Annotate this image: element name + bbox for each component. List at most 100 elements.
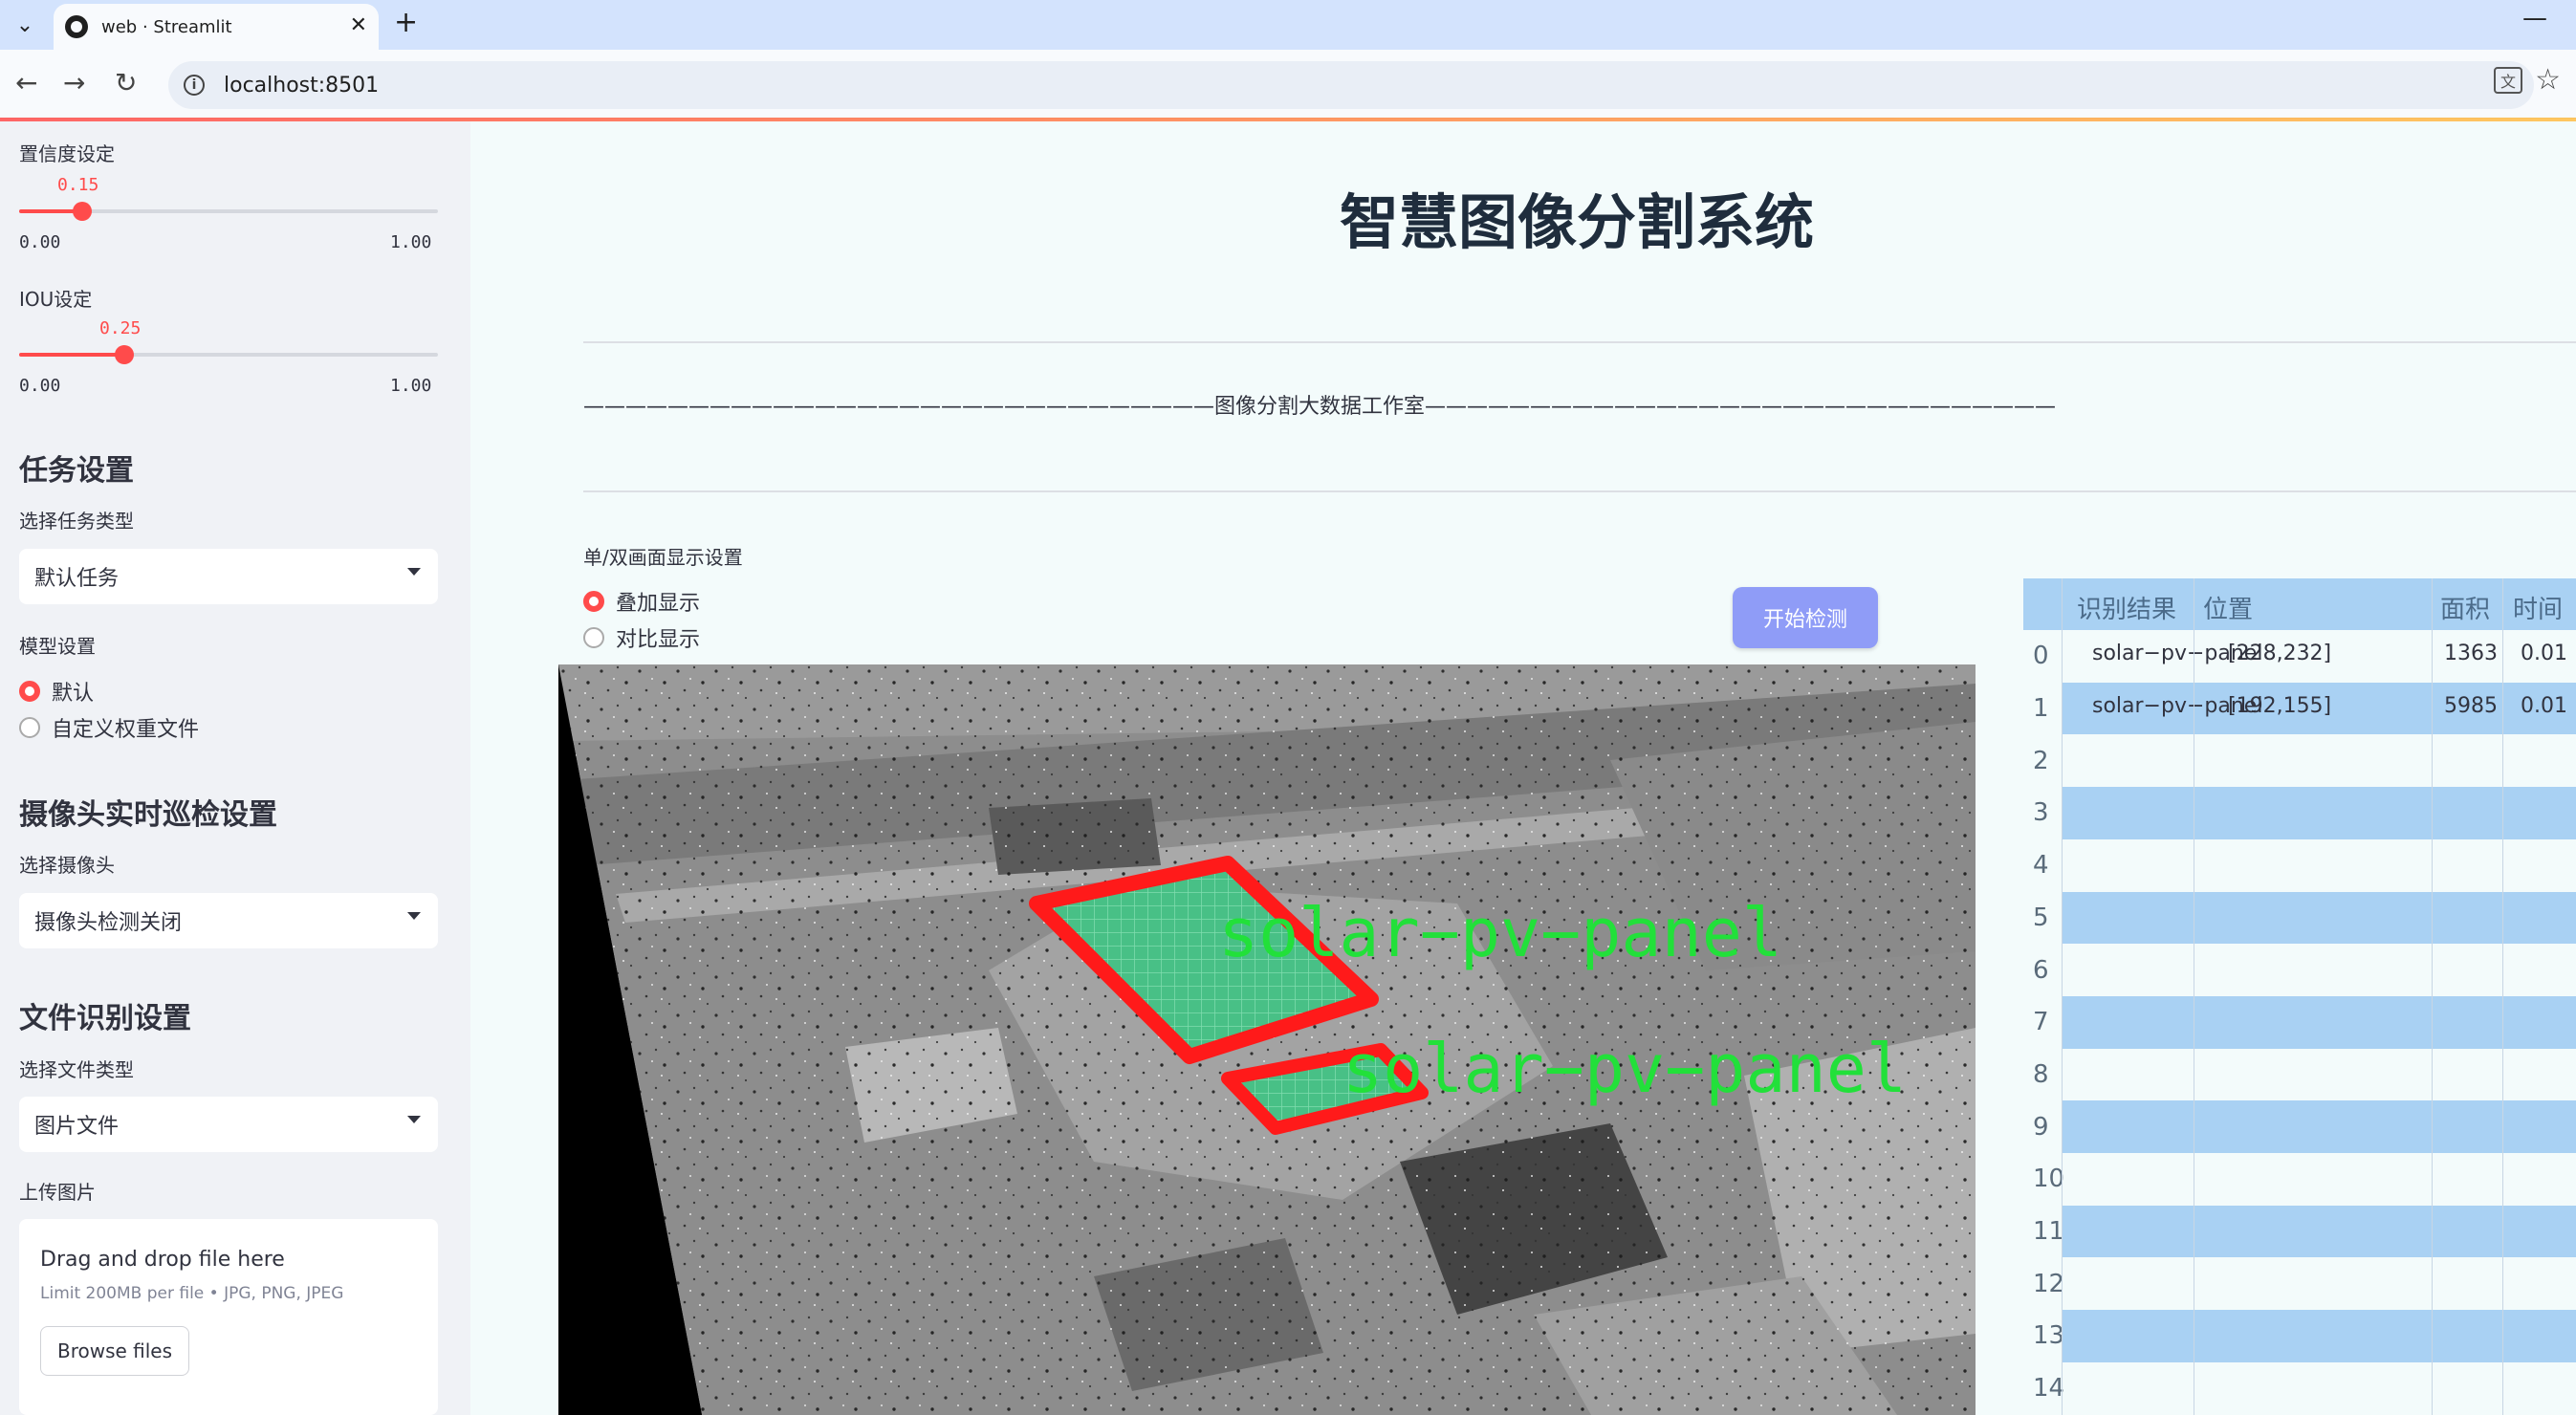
- results-table[interactable]: 识别结果 位置 面积 时间 0 solar−pv−panel [228,232] 13…: [2023, 578, 2576, 1415]
- table-row[interactable]: 0 solar−pv−panel [228,232] 1363 0.01: [2023, 630, 2576, 683]
- detection-image: solar−pv−panel solar−pv−panel: [558, 664, 1976, 1415]
- dropzone-limit-text: Limit 200MB per file • JPG, PNG, JPEG: [40, 1284, 344, 1303]
- cell-time: 0.01: [2521, 642, 2567, 665]
- task-type-select[interactable]: 默认任务: [19, 549, 438, 604]
- bookmark-star-icon[interactable]: ☆: [2535, 63, 2561, 97]
- table-row[interactable]: 2: [2023, 734, 2576, 788]
- confidence-value: 0.15: [57, 175, 99, 195]
- table-row[interactable]: 9: [2023, 1100, 2576, 1153]
- row-index: 13: [2023, 1310, 2064, 1362]
- header-result: 识别结果: [2077, 596, 2177, 624]
- camera-settings-heading: 摄像头实时巡检设置: [19, 798, 277, 832]
- iou-slider-fill: [19, 353, 124, 357]
- row-index: 10: [2023, 1153, 2064, 1206]
- task-type-label: 选择任务类型: [19, 510, 134, 533]
- display-mode-label: 单/双画面显示设置: [583, 546, 743, 569]
- main-content: 智慧图像分割系统 ——————————————————————————————图…: [470, 121, 2576, 1415]
- iou-min: 0.00: [19, 376, 61, 396]
- tab-title: web · Streamlit: [101, 16, 232, 37]
- row-index: 2: [2023, 734, 2062, 788]
- column-divider: [2432, 578, 2433, 1415]
- detection-label: solar−pv−panel: [1343, 1030, 1907, 1108]
- browser-tab-bar: ⌄ web · Streamlit ✕ + —: [0, 0, 2576, 50]
- table-row[interactable]: 8: [2023, 1048, 2576, 1101]
- divider: [583, 341, 2576, 343]
- close-tab-icon[interactable]: ✕: [350, 13, 367, 37]
- table-row[interactable]: 10: [2023, 1153, 2576, 1206]
- row-index: 12: [2023, 1257, 2064, 1311]
- table-row[interactable]: 12: [2023, 1257, 2576, 1311]
- back-arrow-icon[interactable]: ←: [15, 67, 37, 98]
- minimize-window-icon[interactable]: —: [2522, 4, 2547, 33]
- table-row[interactable]: 14: [2023, 1361, 2576, 1415]
- cell-area: 5985: [2444, 693, 2498, 718]
- file-type-value: 图片文件: [34, 1115, 120, 1139]
- iou-slider[interactable]: [19, 345, 438, 364]
- url-field[interactable]: i localhost:8501: [168, 61, 2534, 109]
- confidence-slider-thumb[interactable]: [72, 202, 92, 221]
- row-index: 5: [2023, 891, 2062, 945]
- table-row[interactable]: 3: [2023, 787, 2576, 839]
- iou-value: 0.25: [99, 318, 142, 338]
- display-option-overlay[interactable]: 叠加显示: [583, 586, 700, 617]
- cell-position: [192,155]: [2228, 693, 2332, 718]
- row-index: 7: [2023, 995, 2062, 1049]
- reload-icon[interactable]: ↻: [115, 67, 137, 98]
- table-row[interactable]: 4: [2023, 838, 2576, 892]
- column-divider: [2502, 578, 2503, 1415]
- divider: [583, 490, 2576, 492]
- browse-files-button[interactable]: Browse files: [40, 1326, 189, 1376]
- site-info-icon[interactable]: i: [184, 75, 205, 96]
- file-type-label: 选择文件类型: [19, 1058, 134, 1081]
- header-area: 面积: [2440, 596, 2491, 624]
- browser-tab[interactable]: web · Streamlit ✕: [54, 4, 379, 50]
- radio-selected-icon[interactable]: [19, 681, 40, 702]
- translate-icon[interactable]: 文: [2494, 67, 2522, 94]
- new-tab-icon[interactable]: +: [394, 6, 418, 39]
- start-detection-button[interactable]: 开始检测: [1733, 587, 1878, 648]
- table-row[interactable]: 6: [2023, 944, 2576, 996]
- file-dropzone[interactable]: Drag and drop file here Limit 200MB per …: [19, 1219, 438, 1415]
- address-bar-row: ← → ↻ i localhost:8501 文 ☆: [0, 50, 2576, 119]
- tab-search-chevron-icon[interactable]: ⌄: [8, 8, 42, 42]
- task-settings-heading: 任务设置: [19, 454, 134, 488]
- detection-label: solar−pv−panel: [1218, 894, 1782, 972]
- camera-select-value: 摄像头检测关闭: [34, 911, 183, 935]
- model-option-default[interactable]: 默认: [19, 676, 94, 707]
- task-type-value: 默认任务: [34, 567, 120, 591]
- chevron-down-icon: [407, 1116, 421, 1123]
- display-option-label: 对比显示: [616, 628, 701, 652]
- iou-slider-thumb[interactable]: [114, 345, 134, 364]
- camera-select[interactable]: 摄像头检测关闭: [19, 893, 438, 948]
- header-position: 位置: [2203, 596, 2254, 624]
- file-settings-heading: 文件识别设置: [19, 1002, 191, 1035]
- table-row[interactable]: 5: [2023, 891, 2576, 945]
- iou-max: 1.00: [390, 376, 432, 396]
- iou-label: IOU设定: [19, 288, 93, 311]
- row-index: 6: [2023, 944, 2062, 996]
- confidence-min: 0.00: [19, 232, 61, 252]
- row-index: 1: [2023, 682, 2062, 735]
- radio-selected-icon[interactable]: [583, 591, 604, 612]
- model-option-custom[interactable]: 自定义权重文件: [19, 712, 199, 743]
- chevron-down-icon: [407, 912, 421, 920]
- header-time: 时间: [2513, 596, 2564, 624]
- file-type-select[interactable]: 图片文件: [19, 1097, 438, 1152]
- table-row[interactable]: 11: [2023, 1205, 2576, 1258]
- radio-unselected-icon[interactable]: [583, 627, 604, 648]
- confidence-slider[interactable]: [19, 202, 438, 221]
- table-row[interactable]: 1 solar−pv−panel [192,155] 5985 0.01: [2023, 682, 2576, 735]
- model-option-label: 自定义权重文件: [52, 718, 200, 742]
- sidebar: 置信度设定 0.15 0.00 1.00 IOU设定 0.25 0.00 1.0…: [0, 121, 470, 1415]
- table-row[interactable]: 7: [2023, 995, 2576, 1049]
- row-index: 14: [2023, 1361, 2064, 1415]
- display-option-compare[interactable]: 对比显示: [583, 622, 700, 653]
- column-divider: [2062, 578, 2063, 1415]
- table-row[interactable]: 13: [2023, 1310, 2576, 1362]
- radio-unselected-icon[interactable]: [19, 717, 40, 738]
- cell-area: 1363: [2444, 642, 2498, 665]
- camera-select-label: 选择摄像头: [19, 854, 115, 877]
- confidence-max: 1.00: [390, 232, 432, 252]
- forward-arrow-icon[interactable]: →: [63, 67, 85, 98]
- streamlit-favicon-icon: [65, 15, 88, 38]
